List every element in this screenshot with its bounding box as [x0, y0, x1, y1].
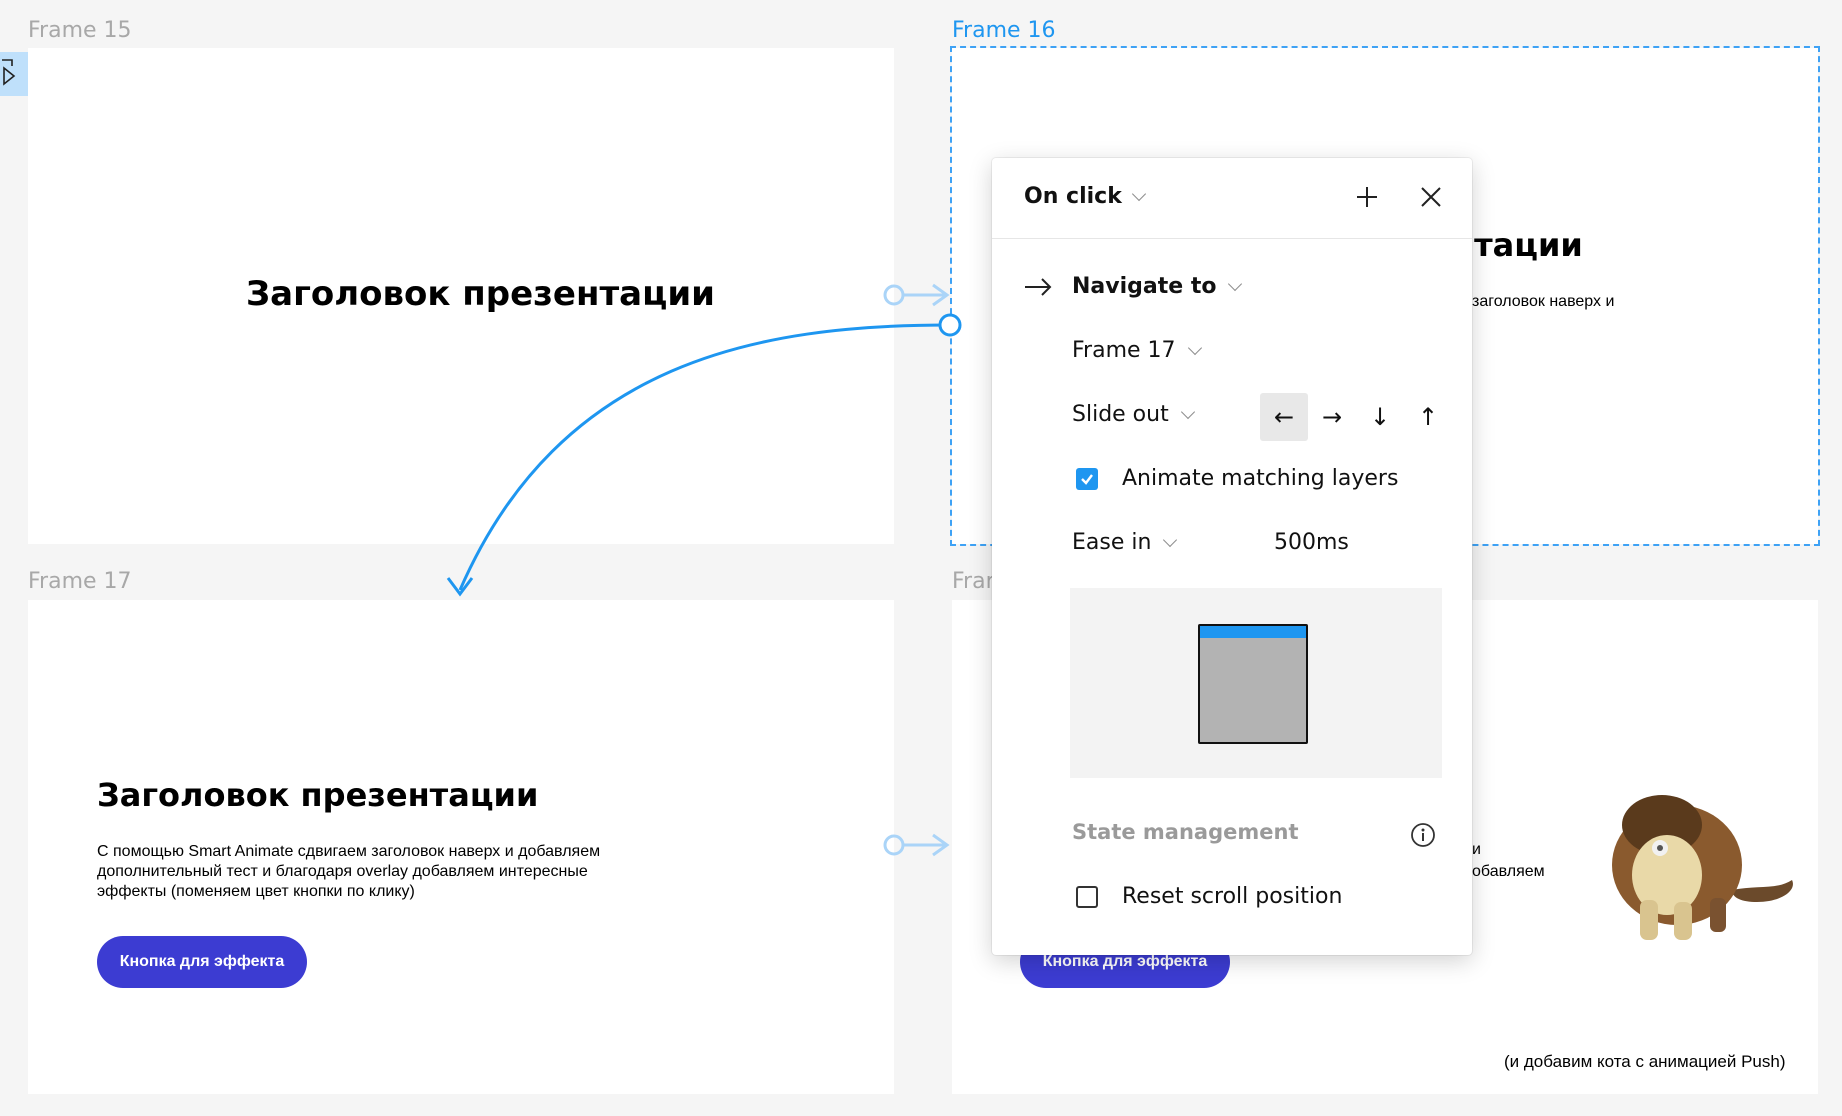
direction-right-button[interactable]: → — [1308, 393, 1356, 441]
easing-dropdown[interactable]: Ease in — [1072, 530, 1178, 555]
chevron-down-icon — [1187, 340, 1202, 355]
state-management-heading: State management — [1072, 820, 1299, 844]
preview-frame — [1198, 624, 1308, 744]
action-label: Navigate to — [1072, 274, 1217, 299]
state-management-info-button[interactable] — [1410, 822, 1436, 852]
animation-preview — [1070, 588, 1442, 778]
arrow-right-icon — [1025, 277, 1052, 296]
animate-matching-layers-label: Animate matching layers — [1122, 466, 1399, 491]
destination-dropdown[interactable]: Frame 17 — [1072, 338, 1202, 363]
animation-dropdown[interactable]: Slide out — [1072, 402, 1195, 427]
direction-up-button[interactable]: ↑ — [1404, 393, 1452, 441]
destination-label: Frame 17 — [1072, 338, 1176, 363]
checkbox-checked[interactable] — [1076, 467, 1098, 490]
chevron-down-icon — [1228, 276, 1243, 291]
close-button[interactable] — [1412, 178, 1450, 216]
connector-frame17-out[interactable] — [883, 833, 950, 857]
add-action-button[interactable] — [1348, 178, 1386, 216]
interaction-details-popover: On click Navigate to Frame 17 Slide out … — [992, 158, 1472, 955]
prototype-connectors — [446, 283, 962, 857]
info-icon — [1411, 823, 1435, 847]
reset-scroll-position-label: Reset scroll position — [1122, 884, 1343, 909]
preview-frame-header — [1200, 626, 1306, 638]
arrow-up-icon: ↑ — [1417, 403, 1439, 431]
arrow-left-icon: ← — [1273, 403, 1295, 431]
checkbox-unchecked[interactable] — [1076, 885, 1098, 908]
arrow-right-icon: → — [1321, 403, 1343, 431]
reset-scroll-position-checkbox[interactable]: Reset scroll position — [1076, 884, 1342, 909]
checkmark-icon — [1081, 473, 1093, 485]
trigger-dropdown[interactable]: On click — [1024, 184, 1146, 209]
chevron-down-icon — [1180, 404, 1195, 419]
animate-matching-layers-checkbox[interactable]: Animate matching layers — [1076, 466, 1398, 491]
duration-value: 500ms — [1274, 530, 1349, 555]
action-dropdown[interactable]: Navigate to — [1024, 274, 1243, 299]
close-icon — [1421, 187, 1441, 207]
duration-input[interactable]: 500ms — [1274, 530, 1349, 555]
animation-label: Slide out — [1072, 402, 1169, 427]
chevron-down-icon — [1131, 186, 1146, 201]
popover-header: On click — [992, 158, 1472, 239]
plus-icon — [1357, 187, 1377, 207]
chevron-down-icon — [1163, 532, 1178, 547]
direction-down-button[interactable]: ↓ — [1356, 393, 1404, 441]
trigger-label: On click — [1024, 184, 1122, 209]
easing-label: Ease in — [1072, 530, 1152, 555]
direction-left-button[interactable]: ← — [1260, 393, 1308, 441]
connector-frame15-out[interactable] — [883, 283, 950, 307]
arrow-down-icon: ↓ — [1369, 403, 1391, 431]
navigate-connection-curve[interactable] — [446, 313, 962, 597]
